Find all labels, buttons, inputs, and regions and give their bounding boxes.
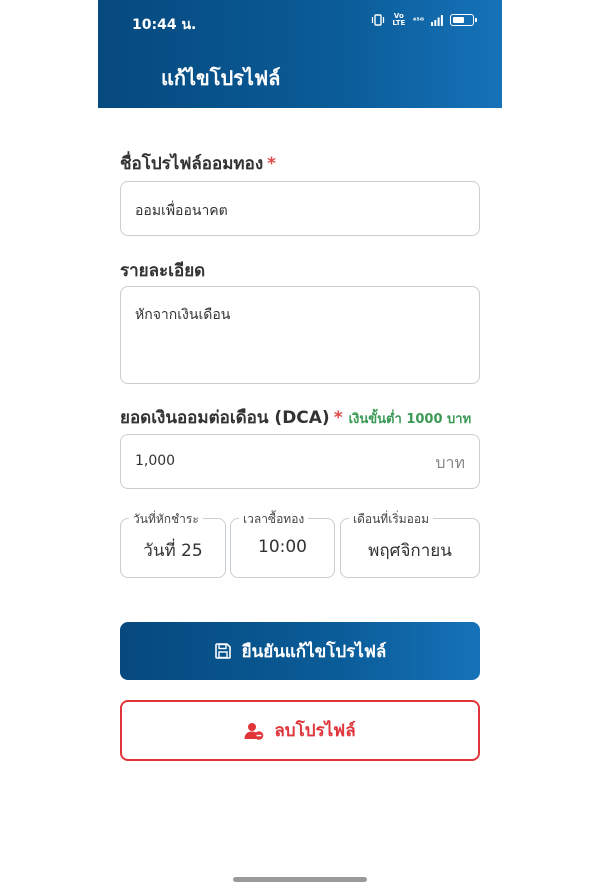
profile-name-label: ชื่อโปรไฟล์ออมทอง *	[120, 150, 276, 177]
page-title: แก้ไขโปรไฟล์	[161, 66, 281, 90]
start-month-value: พฤศจิกายน	[368, 541, 452, 561]
user-remove-icon	[244, 722, 264, 740]
status-icons: Vo LTE ⁴⁵ᴳ	[371, 12, 477, 27]
required-mark: *	[333, 408, 343, 428]
buy-time-value: 10:00	[258, 537, 307, 557]
dca-amount-input[interactable]: 1,000 บาท	[120, 434, 480, 489]
profile-name-input[interactable]: ออมเพื่ออนาคต	[120, 181, 480, 236]
description-textarea[interactable]: หักจากเงินเดือน	[120, 286, 480, 384]
volte-icon: Vo LTE	[392, 12, 406, 27]
minimum-hint: เงินขั้นต่ำ 1000 บาท	[348, 412, 472, 427]
profile-name-label-text: ชื่อโปรไฟล์ออมทอง	[120, 154, 264, 174]
dca-label: ยอดเงินออมต่อเดือน (DCA) * เงินขั้นต่ำ 100…	[120, 404, 471, 431]
payment-day-select[interactable]: วันที่หักชำระ วันที่ 25	[120, 510, 226, 578]
delete-profile-button[interactable]: ลบโปรไฟล์	[120, 700, 480, 761]
description-label: รายละเอียด	[120, 261, 206, 281]
home-indicator[interactable]	[233, 877, 367, 882]
start-month-select[interactable]: เดือนที่เริ่มออม พฤศจิกายน	[340, 510, 480, 578]
description-value: หักจากเงินเดือน	[135, 307, 231, 323]
confirm-edit-button[interactable]: ยืนยันแก้ไขโปรไฟล์	[120, 622, 480, 680]
confirm-edit-label: ยืนยันแก้ไขโปรไฟล์	[241, 641, 387, 662]
required-mark: *	[267, 154, 277, 174]
network-type-icon: ⁴⁵ᴳ	[412, 15, 424, 25]
buy-time-select[interactable]: เวลาซื้อทอง 10:00	[230, 510, 335, 578]
buy-time-label: เวลาซื้อทอง	[239, 510, 309, 529]
start-month-label: เดือนที่เริ่มออม	[349, 510, 433, 529]
vibrate-icon	[371, 14, 384, 26]
currency-suffix: บาท	[435, 453, 465, 472]
profile-name-value: ออมเพื่ออนาคต	[135, 203, 228, 219]
signal-icon	[431, 14, 443, 26]
save-icon	[214, 643, 231, 659]
payment-day-label: วันที่หักชำระ	[129, 510, 203, 529]
delete-profile-label: ลบโปรไฟล์	[274, 721, 356, 741]
battery-icon	[450, 14, 477, 26]
dca-amount-value: 1,000	[135, 453, 176, 469]
app-screen: 10:44 น. Vo LTE ⁴⁵ᴳ แก้ไขโปรไฟล์ ชื่อโปร…	[98, 0, 502, 890]
app-header: 10:44 น. Vo LTE ⁴⁵ᴳ แก้ไขโปรไฟล์	[98, 0, 502, 108]
dca-label-text: ยอดเงินออมต่อเดือน (DCA)	[120, 408, 330, 428]
status-time: 10:44 น.	[132, 17, 197, 33]
payment-day-value: วันที่ 25	[143, 541, 203, 561]
